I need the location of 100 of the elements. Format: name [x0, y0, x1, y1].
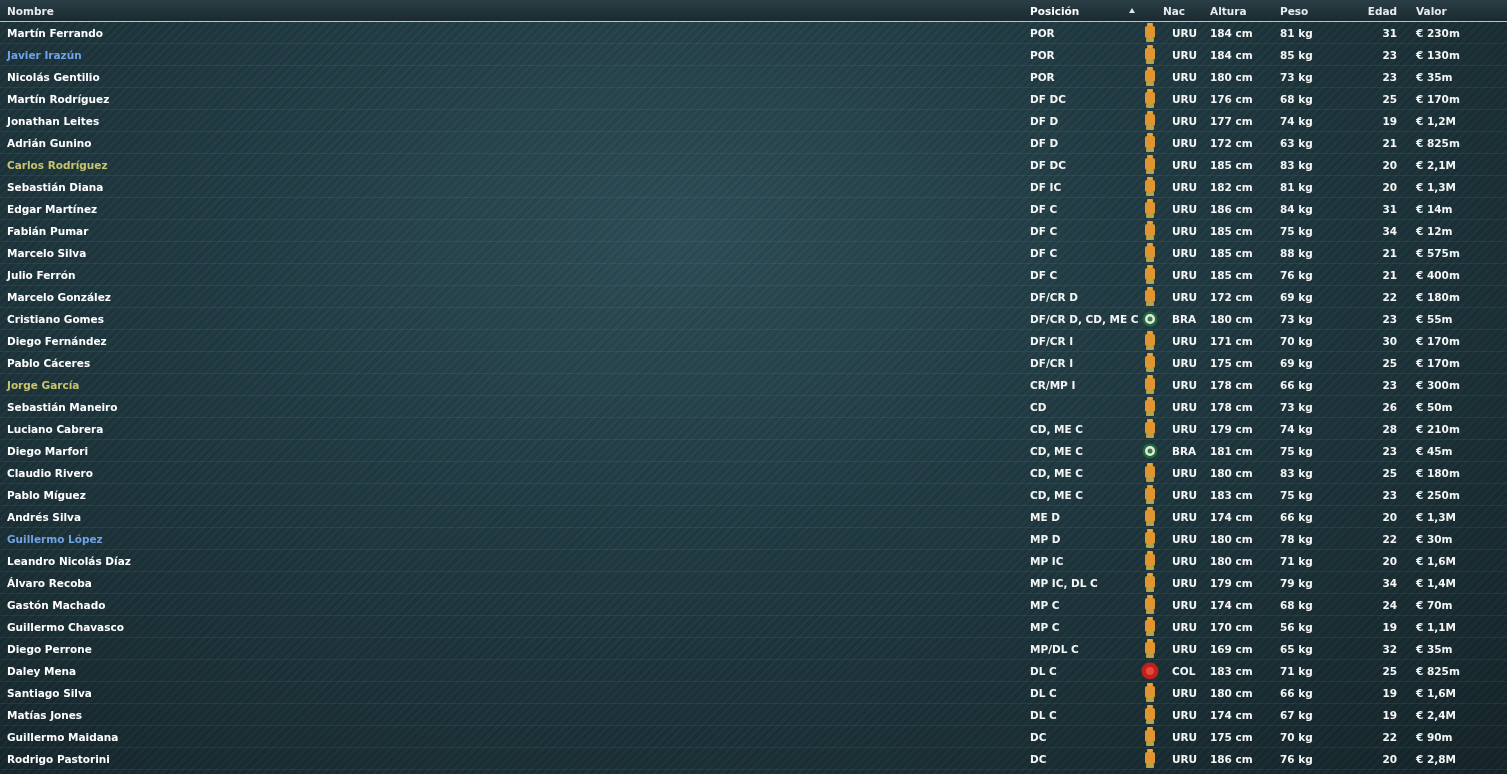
table-cell: 177 cm	[1210, 114, 1253, 127]
player-name[interactable]: Pablo Cáceres	[7, 356, 91, 369]
table-cell: MP C	[1030, 598, 1060, 611]
player-name[interactable]: Marcelo González	[7, 290, 111, 303]
player-name[interactable]: Guillermo Maidana	[7, 730, 119, 743]
table-cell: € 14m	[1416, 202, 1453, 215]
table-cell: 75 kg	[1280, 224, 1313, 237]
table-cell: 180 cm	[1210, 532, 1253, 545]
sort-ascending-icon[interactable]	[1129, 8, 1135, 13]
table-cell: 22	[1382, 532, 1397, 545]
table-cell: DF DC	[1030, 92, 1066, 105]
table-cell: MP IC	[1030, 554, 1064, 567]
table-cell: URU	[1172, 158, 1198, 171]
table-cell: 74 kg	[1280, 422, 1313, 435]
player-name[interactable]: Jorge García	[7, 378, 80, 391]
crest-icon	[1144, 242, 1156, 263]
table-cell: € 2,4M	[1416, 708, 1456, 721]
player-name[interactable]: Matías Jones	[7, 708, 83, 721]
table-cell: 75 kg	[1280, 488, 1313, 501]
table-cell: 70 kg	[1280, 730, 1313, 743]
table-cell: 74 kg	[1280, 114, 1313, 127]
player-name[interactable]: Santiago Silva	[7, 686, 92, 699]
player-name[interactable]: Luciano Cabrera	[7, 422, 104, 435]
table-cell: 21	[1382, 268, 1397, 281]
table-cell: COL	[1172, 664, 1196, 677]
player-name[interactable]: Cristiano Gomes	[7, 312, 104, 325]
table-cell: URU	[1172, 620, 1198, 633]
player-name[interactable]: Carlos Rodríguez	[7, 158, 108, 171]
crest-icon	[1144, 220, 1156, 241]
player-name[interactable]: Diego Perrone	[7, 642, 92, 655]
player-name[interactable]: Diego Marfori	[7, 444, 89, 457]
table-cell: € 50m	[1416, 400, 1453, 413]
table-cell: 185 cm	[1210, 246, 1253, 259]
player-name[interactable]: Claudio Rivero	[7, 466, 93, 479]
column-header[interactable]: Altura	[1210, 4, 1247, 17]
table-cell: DF IC	[1030, 180, 1062, 193]
player-name[interactable]: Martín Ferrando	[7, 26, 103, 39]
table-cell: 21	[1382, 246, 1397, 259]
table-cell: 76 kg	[1280, 268, 1313, 281]
player-name[interactable]: Fabián Pumar	[7, 224, 89, 237]
table-cell: € 170m	[1416, 334, 1460, 347]
player-name[interactable]: Marcelo Silva	[7, 246, 87, 259]
table-cell: € 170m	[1416, 356, 1460, 369]
column-header[interactable]: Valor	[1416, 4, 1447, 17]
table-cell: 25	[1382, 92, 1397, 105]
player-name[interactable]: Diego Fernández	[7, 334, 107, 347]
table-cell: 81 kg	[1280, 180, 1313, 193]
table-cell: 69 kg	[1280, 356, 1313, 369]
player-name[interactable]: Guillermo Chavasco	[7, 620, 124, 633]
column-header[interactable]: Nombre	[7, 4, 54, 17]
table-cell: 172 cm	[1210, 290, 1253, 303]
table-cell: DC	[1030, 730, 1047, 743]
column-header[interactable]: Peso	[1280, 4, 1309, 17]
player-name[interactable]: Edgar Martínez	[7, 202, 98, 215]
table-cell: CD, ME C	[1030, 422, 1084, 435]
table-cell: 69 kg	[1280, 290, 1313, 303]
player-name[interactable]: Sebastián Maneiro	[7, 400, 118, 413]
column-header[interactable]: Edad	[1367, 4, 1397, 17]
player-name[interactable]: Adrián Gunino	[7, 136, 92, 149]
table-cell: MP IC, DL C	[1030, 576, 1098, 589]
crest-icon	[1144, 506, 1156, 527]
table-cell: CD, ME C	[1030, 444, 1084, 457]
crest-icon	[1144, 726, 1156, 747]
player-name[interactable]: Pablo Míguez	[7, 488, 86, 501]
table-cell: € 170m	[1416, 92, 1460, 105]
player-name[interactable]: Martín Rodríguez	[7, 92, 110, 105]
table-cell: 23	[1382, 312, 1397, 325]
player-name[interactable]: Rodrigo Pastorini	[7, 752, 110, 765]
table-cell: 66 kg	[1280, 378, 1313, 391]
table-cell: 75 kg	[1280, 444, 1313, 457]
table-cell: 63 kg	[1280, 136, 1313, 149]
player-name[interactable]: Guillermo López	[7, 532, 103, 545]
player-name[interactable]: Andrés Silva	[7, 510, 81, 523]
table-cell: 88 kg	[1280, 246, 1313, 259]
table-cell: URU	[1172, 730, 1198, 743]
table-cell: 85 kg	[1280, 48, 1313, 61]
player-name[interactable]: Julio Ferrón	[7, 268, 76, 281]
column-header[interactable]: Posición	[1030, 4, 1080, 17]
table-cell: € 180m	[1416, 290, 1460, 303]
player-name[interactable]: Daley Mena	[7, 664, 77, 677]
table-cell: URU	[1172, 510, 1198, 523]
player-name[interactable]: Nicolás Gentilio	[7, 70, 100, 83]
table-cell: 71 kg	[1280, 664, 1313, 677]
table-cell: 70 kg	[1280, 334, 1313, 347]
player-name[interactable]: Javier Irazún	[7, 48, 82, 61]
player-name[interactable]: Gastón Machado	[7, 598, 106, 611]
player-name[interactable]: Jonathan Leites	[7, 114, 100, 127]
crest-icon	[1144, 66, 1156, 87]
table-cell: URU	[1172, 114, 1198, 127]
table-cell: URU	[1172, 576, 1198, 589]
player-name[interactable]: Álvaro Recoba	[7, 576, 92, 589]
player-name[interactable]: Sebastián Diana	[7, 180, 104, 193]
table-cell: DF C	[1030, 202, 1058, 215]
column-header[interactable]: Nac	[1163, 4, 1186, 17]
crest-icon	[1144, 154, 1156, 175]
table-cell: DF C	[1030, 224, 1058, 237]
player-name[interactable]: Leandro Nicolás Díaz	[7, 554, 131, 567]
table-cell: 20	[1382, 180, 1397, 193]
table-cell: 20	[1382, 752, 1397, 765]
table-cell: 84 kg	[1280, 202, 1313, 215]
